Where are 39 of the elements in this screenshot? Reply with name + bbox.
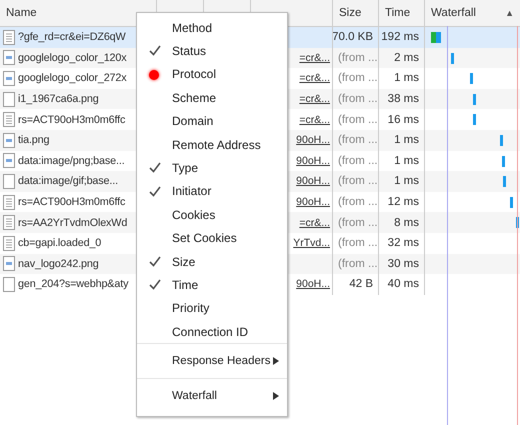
time-value: 8 ms bbox=[394, 216, 419, 229]
time-value: 2 ms bbox=[394, 52, 419, 64]
size-value: (from ... bbox=[338, 175, 378, 188]
request-name: ?gfe_rd=cr&ei=DZ6qW bbox=[18, 31, 126, 44]
size-value: (from ... bbox=[338, 114, 378, 126]
request-name: rs=ACT90oH3m0m6ffc bbox=[18, 114, 126, 126]
time-value: 32 ms bbox=[388, 237, 419, 250]
time-value: 40 ms bbox=[388, 278, 419, 290]
request-name: data:image/gif;base... bbox=[18, 175, 118, 188]
time-value: 1 ms bbox=[394, 134, 419, 146]
size-value: (from ... bbox=[338, 134, 378, 146]
time-value: 192 ms bbox=[381, 31, 419, 44]
size-value: (from ... bbox=[338, 237, 378, 250]
time-value: 1 ms bbox=[394, 175, 419, 188]
request-name: data:image/png;base... bbox=[18, 154, 125, 167]
size-value: 42 B bbox=[349, 278, 373, 290]
request-name: cb=gapi.loaded_0 bbox=[18, 237, 102, 250]
request-name: gen_204?s=webhp&aty bbox=[18, 278, 128, 290]
request-name: tia.png bbox=[18, 134, 50, 146]
request-name: nav_logo242.png bbox=[18, 258, 99, 270]
request-name: googlelogo_color_272x bbox=[18, 72, 127, 84]
time-value: 12 ms bbox=[388, 196, 419, 208]
time-value: 38 ms bbox=[388, 93, 419, 106]
size-value: (from ... bbox=[338, 258, 378, 270]
request-name: rs=AA2YrTvdmOlexWd bbox=[18, 216, 128, 229]
time-value: 1 ms bbox=[394, 154, 419, 167]
size-value: 70.0 KB bbox=[333, 31, 373, 44]
size-value: (from ... bbox=[338, 154, 378, 167]
size-value: (from ... bbox=[338, 216, 378, 229]
size-value: (from ... bbox=[338, 196, 378, 208]
size-value: (from ... bbox=[338, 72, 378, 84]
request-name: rs=ACT90oH3m0m6ffc bbox=[18, 196, 126, 208]
time-value: 16 ms bbox=[388, 114, 419, 126]
request-name: i1_1967ca6a.png bbox=[18, 93, 99, 106]
time-value: 30 ms bbox=[388, 258, 419, 270]
size-value: (from ... bbox=[338, 52, 378, 64]
size-value: (from ... bbox=[338, 93, 378, 106]
request-name: googlelogo_color_120x bbox=[18, 52, 127, 64]
time-value: 1 ms bbox=[394, 72, 419, 84]
